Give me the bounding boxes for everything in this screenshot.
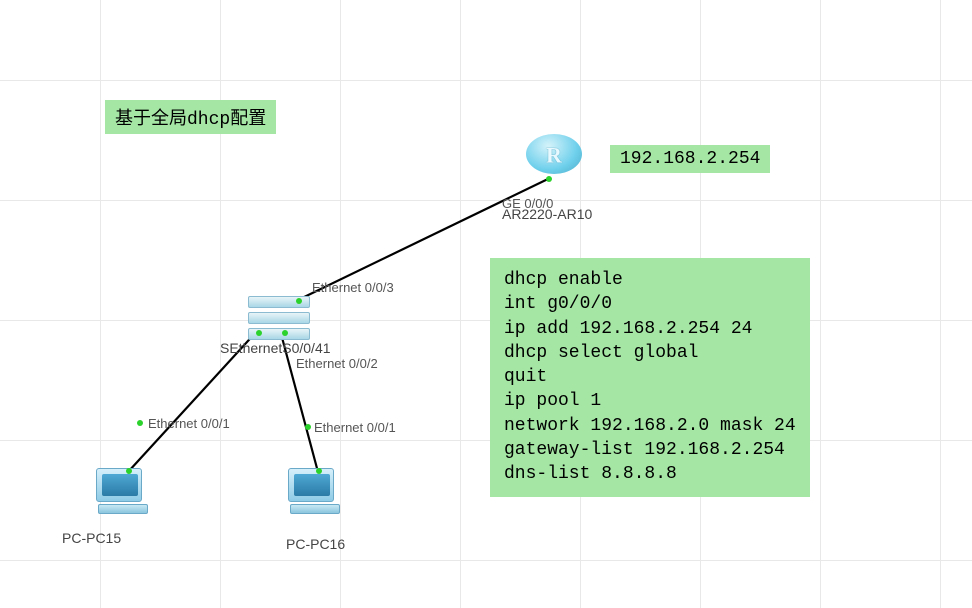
pc2-icon[interactable] — [288, 468, 344, 522]
pc2-device-label: PC-PC16 — [286, 536, 345, 552]
switch-port-right-label: Ethernet 0/0/2 — [296, 356, 378, 371]
port-dot — [137, 420, 143, 426]
pc1-icon[interactable] — [96, 468, 152, 522]
switch-port-top-label: Ethernet 0/0/3 — [312, 280, 394, 295]
pc2-port-label: Ethernet 0/0/1 — [314, 420, 396, 435]
router-icon[interactable]: R — [526, 134, 582, 180]
pc1-device-label: PC-PC15 — [62, 530, 121, 546]
port-dot — [126, 468, 132, 474]
pc1-port-label: Ethernet 0/0/1 — [148, 416, 230, 431]
config-commands: dhcp enable int g0/0/0 ip add 192.168.2.… — [490, 258, 810, 497]
port-dot — [546, 176, 552, 182]
switch-device-label: SEthernetS0/0/41 — [220, 340, 331, 356]
port-dot — [296, 298, 302, 304]
port-dot — [305, 424, 311, 430]
title-label: 基于全局dhcp配置 — [105, 100, 276, 134]
router-ip-label: 192.168.2.254 — [610, 145, 770, 173]
port-dot — [282, 330, 288, 336]
router-device-label: AR2220-AR10 — [502, 206, 592, 222]
port-dot — [256, 330, 262, 336]
port-dot — [316, 468, 322, 474]
